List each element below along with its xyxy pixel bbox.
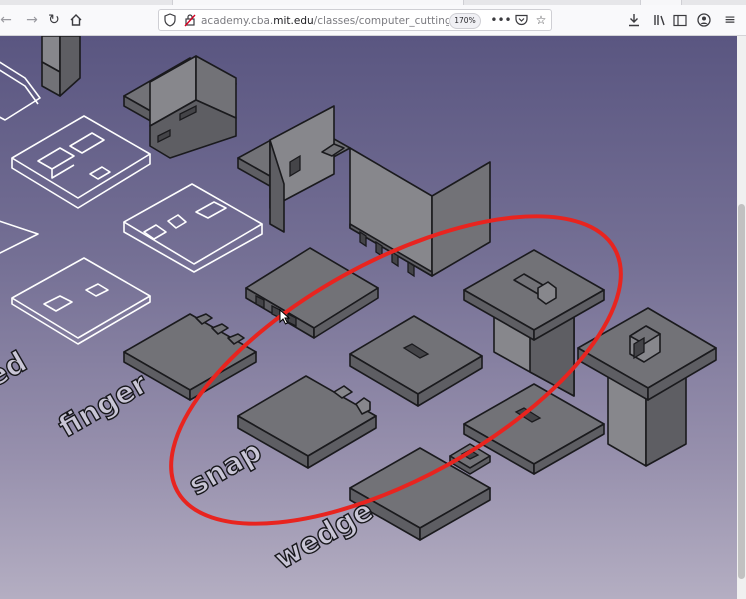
outline-part-left-1 [11, 115, 151, 209]
account-icon[interactable] [694, 10, 714, 30]
insecure-lock-icon[interactable] [182, 12, 198, 28]
upright-panel [349, 147, 491, 278]
url-prefix: academy.cba. [201, 15, 274, 27]
hamburger-menu-icon[interactable]: ≡ [720, 10, 740, 30]
navigation-toolbar: ← → ↻ academy.cba.mit.edu/classes/comput… [0, 5, 746, 36]
label-partial-left: ed [0, 344, 33, 394]
zoom-indicator[interactable]: 170% [449, 13, 481, 29]
reload-icon[interactable]: ↻ [44, 10, 64, 30]
outline-part-left-2 [0, 183, 263, 273]
wedge-joint-on-stand [577, 307, 717, 467]
home-icon[interactable] [66, 10, 86, 30]
url-path: /classes/computer_cutting/joint… [313, 15, 449, 27]
label-wedge: wedge [269, 493, 379, 576]
vertical-scrollbar[interactable] [737, 36, 746, 599]
outline-part-top-left [0, 61, 41, 121]
page-content: .pt { fill: #727277; stroke: #1a1a1d; st… [0, 36, 737, 599]
label-snap: snap [183, 433, 268, 502]
url-text[interactable]: academy.cba.mit.edu/classes/computer_cut… [201, 13, 449, 29]
label-finger: finger [53, 366, 154, 444]
pocket-icon[interactable] [513, 12, 529, 28]
snap-plate-slotted [349, 315, 483, 407]
tracking-protection-shield-icon[interactable] [162, 12, 178, 28]
joints-render: .pt { fill: #727277; stroke: #1a1a1d; st… [0, 36, 717, 577]
snap-plate-on-stand [463, 249, 605, 397]
forward-arrow-icon[interactable]: → [22, 10, 42, 30]
library-icon[interactable] [650, 10, 670, 30]
t-joint-upper [123, 55, 237, 159]
corner-joint-middle [237, 105, 351, 233]
scrollbar-thumb[interactable] [738, 204, 745, 579]
outline-part-left-3 [11, 257, 151, 345]
bookmark-star-icon[interactable]: ☆ [533, 12, 549, 28]
back-arrow-icon[interactable]: ← [0, 10, 16, 30]
url-host: mit.edu [273, 15, 314, 27]
vertical-joint-top [41, 36, 81, 97]
download-icon[interactable] [624, 10, 644, 30]
sidebar-icon[interactable] [670, 10, 690, 30]
address-bar[interactable]: academy.cba.mit.edu/classes/computer_cut… [158, 9, 552, 31]
more-icon[interactable]: ••• [490, 12, 511, 28]
